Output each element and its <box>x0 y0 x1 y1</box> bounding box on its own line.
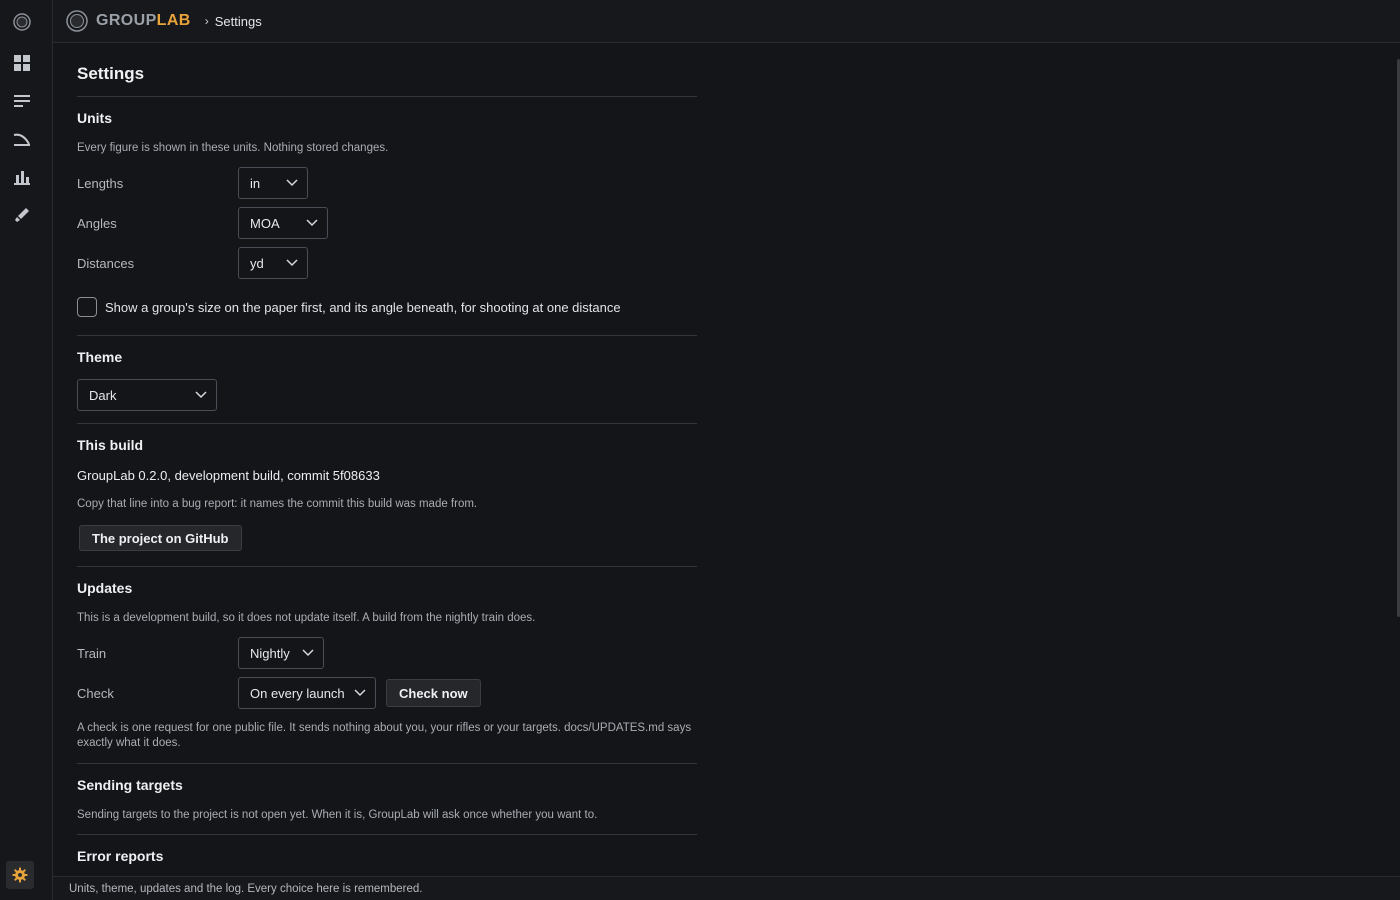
angles-value: MOA <box>250 215 280 231</box>
list-lines-icon[interactable] <box>8 87 36 115</box>
train-value: Nightly <box>250 645 290 661</box>
lengths-select[interactable]: in <box>238 167 308 199</box>
paper-first-checkbox[interactable] <box>77 297 97 317</box>
theme-value: Dark <box>89 387 117 403</box>
divider <box>77 566 697 567</box>
updates-note: This is a development build, so it does … <box>77 612 536 624</box>
theme-heading: Theme <box>77 349 123 365</box>
lengths-value: in <box>250 175 261 191</box>
check-select[interactable]: On every launch <box>238 677 376 709</box>
build-heading: This build <box>77 437 144 453</box>
errors-heading: Error reports <box>77 848 164 864</box>
train-select[interactable]: Nightly <box>238 637 324 669</box>
distances-label: Distances <box>77 256 135 271</box>
divider <box>77 423 697 424</box>
updates-footnote: A check is one request for one public fi… <box>77 722 692 749</box>
chevron-down-icon <box>302 649 314 657</box>
lengths-label: Lengths <box>77 176 124 191</box>
github-button[interactable]: The project on GitHub <box>79 525 242 551</box>
check-label: Check <box>77 686 114 701</box>
check-value: On every launch <box>250 685 345 701</box>
gear-icon[interactable] <box>6 861 34 889</box>
bar-chart-icon[interactable] <box>8 163 36 191</box>
sending-heading: Sending targets <box>77 777 183 793</box>
top-bar: GROUPLAB › Settings <box>53 0 1400 43</box>
build-note: Copy that line into a bug report: it nam… <box>77 498 478 510</box>
brand-name: GROUPLAB <box>96 12 191 29</box>
chevron-down-icon <box>286 179 298 187</box>
units-note: Every figure is shown in these units. No… <box>77 142 389 154</box>
check-now-button[interactable]: Check now <box>386 679 481 707</box>
settings-panel: Settings Units Every figure is shown in … <box>53 43 1400 876</box>
train-label: Train <box>77 646 107 661</box>
distances-value: yd <box>250 255 264 271</box>
bullet-icon[interactable] <box>8 201 36 229</box>
build-version-line: GroupLab 0.2.0, development build, commi… <box>77 468 380 483</box>
target-logo-icon[interactable] <box>8 8 36 36</box>
divider <box>77 834 697 835</box>
theme-select[interactable]: Dark <box>77 379 217 411</box>
updates-heading: Updates <box>77 580 133 596</box>
divider <box>77 335 697 336</box>
divider <box>77 96 697 97</box>
chevron-down-icon <box>354 689 366 697</box>
chevron-down-icon <box>306 219 318 227</box>
units-heading: Units <box>77 110 112 126</box>
page-title: Settings <box>77 64 145 83</box>
status-text: Units, theme, updates and the log. Every… <box>69 882 423 895</box>
distances-select[interactable]: yd <box>238 247 308 279</box>
app-logo-icon <box>66 10 88 32</box>
status-bar: Units, theme, updates and the log. Every… <box>53 876 1400 900</box>
chevron-down-icon <box>286 259 298 267</box>
dashboard-grid-icon[interactable] <box>8 49 36 77</box>
trajectory-icon[interactable] <box>8 125 36 153</box>
breadcrumb-separator: › <box>204 14 209 28</box>
angles-label: Angles <box>77 216 117 231</box>
divider <box>77 763 697 764</box>
breadcrumb-current: Settings <box>214 13 262 29</box>
paper-first-label[interactable]: Show a group's size on the paper first, … <box>105 300 621 315</box>
left-rail <box>0 0 53 900</box>
chevron-down-icon <box>195 391 207 399</box>
sending-note: Sending targets to the project is not op… <box>77 809 598 821</box>
angles-select[interactable]: MOA <box>238 207 328 239</box>
